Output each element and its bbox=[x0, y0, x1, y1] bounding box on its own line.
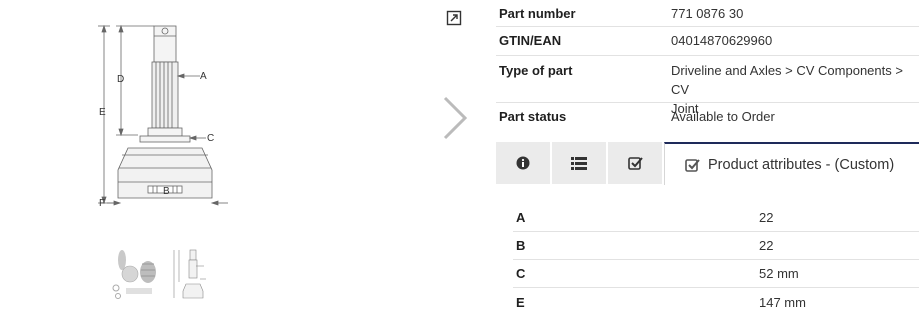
check-square-icon bbox=[627, 157, 643, 170]
product-image-gallery: A B C D E F bbox=[0, 0, 490, 311]
cv-joint-dimension-drawing[interactable]: A B C D E F bbox=[90, 18, 240, 218]
info-value: Available to Order bbox=[671, 109, 775, 124]
info-key: Type of part bbox=[499, 63, 573, 78]
table-row: B 22 bbox=[513, 232, 919, 260]
dim-label-e: E bbox=[99, 107, 106, 118]
tab-info[interactable] bbox=[496, 142, 550, 184]
info-value: Driveline and Axles > CV Components > CV… bbox=[671, 61, 919, 116]
dim-label-d: D bbox=[117, 74, 124, 85]
attr-key: B bbox=[516, 238, 526, 253]
part-info-table: Part number 771 0876 30 GTIN/EAN 0401487… bbox=[496, 0, 919, 132]
cv-joint-dimension-drawing-thumb[interactable] bbox=[170, 246, 228, 304]
info-circle-icon bbox=[516, 156, 530, 170]
chevron-right-icon[interactable] bbox=[440, 95, 470, 141]
info-row-part-status: Part status Available to Order bbox=[496, 103, 919, 132]
product-tabs: Product attributes - (Custom) bbox=[496, 142, 919, 185]
info-key: GTIN/EAN bbox=[499, 33, 562, 48]
attributes-table: A 22 B 22 C 52 mm E 147 mm bbox=[513, 204, 919, 311]
info-row-gtin: GTIN/EAN 04014870629960 bbox=[496, 27, 919, 56]
attr-key: C bbox=[516, 266, 526, 281]
dim-label-a: A bbox=[200, 71, 207, 82]
expand-icon[interactable] bbox=[446, 10, 462, 26]
attr-value: 147 mm bbox=[759, 294, 806, 310]
check-square-icon bbox=[685, 158, 700, 172]
cv-joint-kit-photo[interactable] bbox=[104, 246, 162, 304]
info-value-line: Driveline and Axles > CV Components > CV bbox=[671, 63, 903, 97]
attr-value: 52 mm bbox=[759, 266, 799, 281]
table-row: E 147 mm bbox=[513, 288, 919, 311]
dim-label-c: C bbox=[207, 133, 214, 144]
attr-value: 22 bbox=[759, 238, 774, 253]
dim-label-b: B bbox=[163, 186, 170, 197]
info-key: Part number bbox=[499, 6, 576, 21]
info-key: Part status bbox=[499, 109, 567, 124]
list-icon bbox=[571, 156, 587, 170]
tab-checklist[interactable] bbox=[608, 142, 662, 184]
info-row-type-of-part: Type of part Driveline and Axles > CV Co… bbox=[496, 56, 919, 116]
tab-product-attributes[interactable]: Product attributes - (Custom) bbox=[664, 142, 919, 185]
table-row: C 52 mm bbox=[513, 260, 919, 288]
dim-label-f: F bbox=[99, 198, 105, 209]
info-value: 771 0876 30 bbox=[671, 6, 744, 21]
info-value: 04014870629960 bbox=[671, 33, 773, 48]
attr-key: A bbox=[516, 210, 526, 225]
tab-label: Product attributes - (Custom) bbox=[708, 156, 895, 173]
attr-value: 22 bbox=[759, 210, 774, 225]
table-row: A 22 bbox=[513, 204, 919, 232]
info-row-part-number: Part number 771 0876 30 bbox=[496, 0, 919, 27]
attr-key: E bbox=[516, 294, 525, 310]
tab-list[interactable] bbox=[552, 142, 606, 184]
